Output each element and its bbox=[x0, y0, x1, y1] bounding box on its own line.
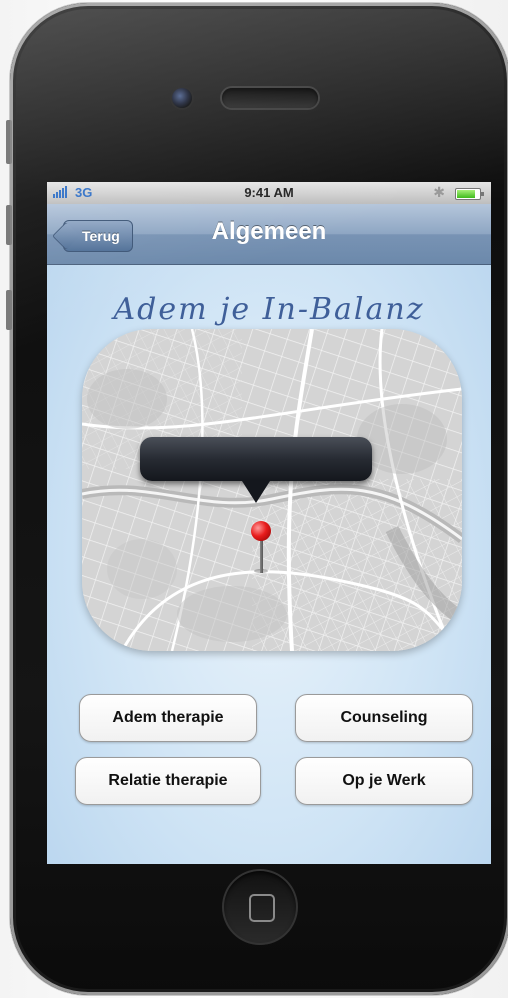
page-title: Algemeen bbox=[211, 218, 327, 245]
mute-switch bbox=[6, 120, 12, 164]
map-streets bbox=[82, 329, 462, 651]
back-button-label: Terug bbox=[82, 228, 120, 244]
counseling-button[interactable]: Counseling bbox=[295, 694, 473, 742]
battery-level bbox=[457, 190, 475, 198]
brand-headline: Adem je In-Balanz bbox=[113, 292, 425, 327]
volume-down-button bbox=[6, 290, 12, 330]
front-camera bbox=[172, 88, 192, 108]
volume-up-button bbox=[6, 205, 12, 245]
location-map[interactable] bbox=[82, 329, 462, 651]
relatie-therapie-button[interactable]: Relatie therapie bbox=[75, 757, 261, 805]
map-pin-icon[interactable] bbox=[251, 521, 271, 541]
op-je-werk-button[interactable]: Op je Werk bbox=[295, 757, 473, 805]
adem-therapie-button[interactable]: Adem therapie bbox=[79, 694, 257, 742]
battery-icon bbox=[455, 188, 484, 200]
map-callout[interactable] bbox=[140, 437, 372, 503]
navigation-bar: Terug Algemeen bbox=[47, 204, 491, 265]
screen: 3G 9:41 AM ✱ Terug Algemeen Adem je In-B… bbox=[47, 182, 491, 864]
status-time: 9:41 AM bbox=[244, 185, 294, 200]
status-bar: 3G 9:41 AM ✱ bbox=[47, 182, 491, 204]
bluetooth-icon: ✱ bbox=[433, 184, 445, 200]
map-pin-needle bbox=[260, 539, 263, 573]
back-button[interactable]: Terug bbox=[63, 220, 133, 252]
home-button-icon bbox=[249, 894, 275, 922]
earpiece-speaker bbox=[222, 88, 318, 108]
